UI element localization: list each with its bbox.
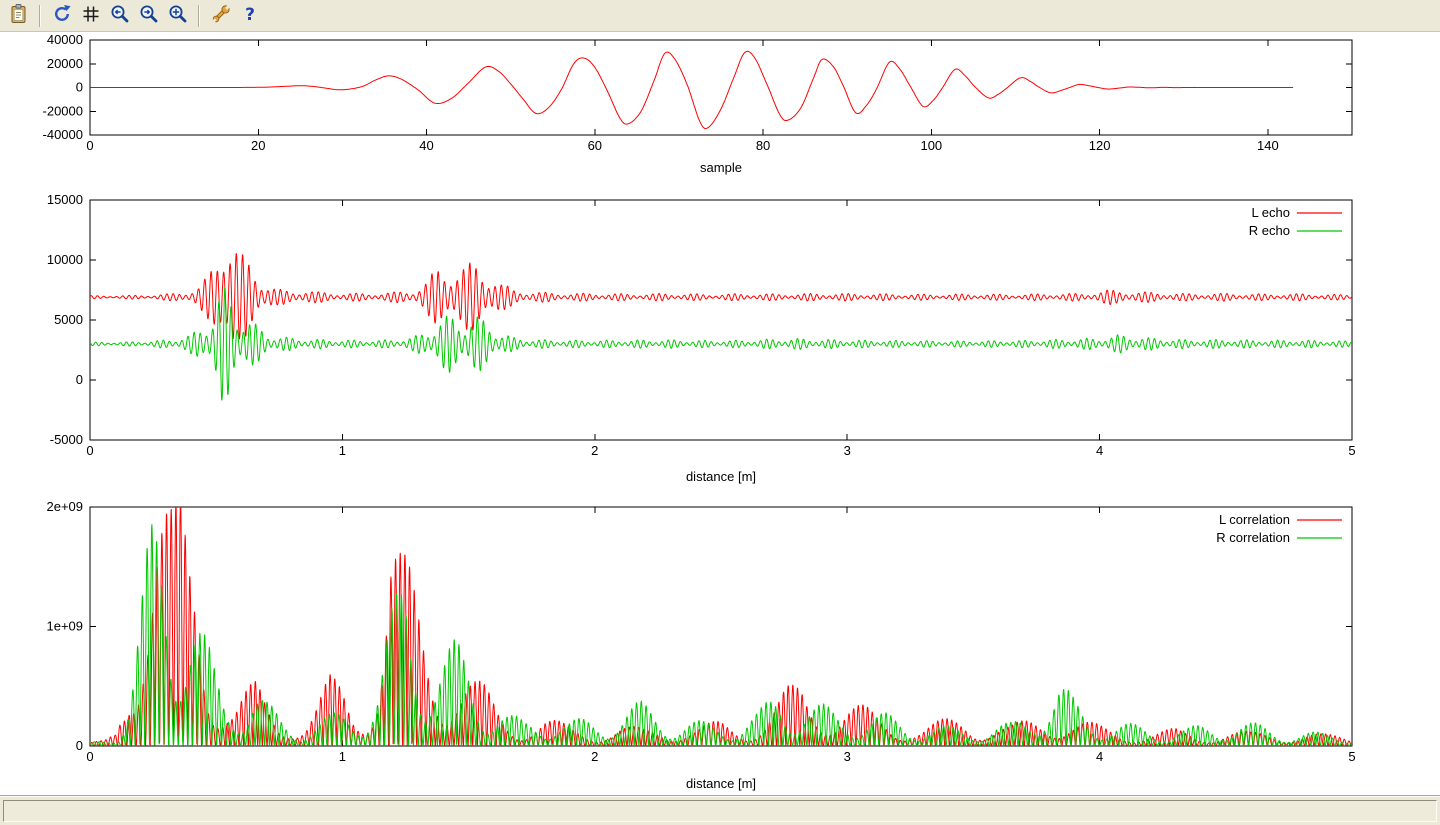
x-tick-label: 4 (1096, 443, 1103, 458)
zoom-next-button[interactable] (135, 2, 162, 29)
statusbar (0, 795, 1440, 825)
x-tick-label: 1 (339, 443, 346, 458)
x-tick-label: 20 (251, 138, 265, 153)
copy-to-clipboard-button[interactable] (5, 2, 32, 29)
y-tick-label: 0 (76, 80, 83, 95)
series-l-correlation-line (90, 500, 1352, 746)
x-tick-label: 5 (1348, 443, 1355, 458)
series-group (90, 254, 1352, 401)
x-tick-label: 140 (1257, 138, 1279, 153)
help-icon: ? (239, 3, 261, 28)
svg-text:?: ? (245, 5, 255, 25)
x-tick-label: 60 (588, 138, 602, 153)
toolbar-separator (198, 5, 200, 27)
y-tick-label: 10000 (47, 252, 83, 267)
y-tick-label: 40000 (47, 32, 83, 47)
status-message (3, 800, 1437, 822)
y-tick-label: 5000 (54, 312, 83, 327)
configure-button[interactable] (207, 2, 234, 29)
replot-icon (51, 3, 73, 28)
x-tick-label: 3 (844, 749, 851, 764)
y-tick-label: 2e+09 (46, 499, 83, 514)
zoom-next-icon (138, 3, 160, 28)
x-axis-label: distance [m] (686, 469, 756, 484)
wrench-icon (210, 3, 232, 28)
chart-2: 0 1 2 3 4 5 0 1e+09 2e+09 distance [m] L correlati… (46, 499, 1355, 791)
x-tick-label: 2 (591, 749, 598, 764)
y-tick-label: 0 (76, 738, 83, 753)
x-tick-label: 0 (86, 138, 93, 153)
x-tick-label: 2 (591, 443, 598, 458)
x-tick-label: 80 (756, 138, 770, 153)
series-l-echo-line (90, 254, 1352, 339)
x-tick-label: 4 (1096, 749, 1103, 764)
zoom-previous-icon (109, 3, 131, 28)
gnuplot-window: ? 020406080100120140-40000-2000002000040… (0, 0, 1440, 825)
y-tick-label: -20000 (43, 103, 83, 118)
series-r-correlation-line (90, 525, 1352, 747)
legend-label: L echo (1251, 205, 1290, 220)
plot-border (90, 200, 1352, 440)
grid-icon (80, 3, 102, 28)
chart-1: 012345-5000050001000015000distance [m]L … (47, 192, 1356, 484)
x-tick-label: 100 (920, 138, 942, 153)
plot-border (90, 507, 1352, 746)
chart-0: 0 20 40 60 80 100 120 140 -40000 -20000 0 20000 4000… (43, 32, 1352, 175)
toggle-grid-button[interactable] (77, 2, 104, 29)
legend-label: R correlation (1216, 530, 1290, 545)
y-tick-label: 1e+09 (46, 619, 83, 634)
x-tick-label: 0 (86, 749, 93, 764)
plot-canvas[interactable]: 020406080100120140-40000-200000200004000… (0, 32, 1440, 795)
y-tick-label: -5000 (50, 432, 83, 447)
series-waveform-line (90, 51, 1293, 128)
toolbar: ? (0, 0, 1440, 32)
y-tick-label: 15000 (47, 192, 83, 207)
x-tick-label: 0 (86, 443, 93, 458)
series-group (90, 51, 1293, 128)
series-r-echo-line (90, 287, 1352, 400)
y-tick-label: 0 (76, 372, 83, 387)
x-tick-label: 40 (419, 138, 433, 153)
x-axis-label: sample (700, 160, 742, 175)
y-tick-label: -40000 (43, 127, 83, 142)
plot-area: 020406080100120140-40000-200000200004000… (0, 32, 1440, 795)
autoscale-icon (167, 3, 189, 28)
clipboard-copy-icon (8, 3, 30, 28)
x-axis-label: distance [m] (686, 776, 756, 791)
x-tick-label: 5 (1348, 749, 1355, 764)
legend-label: R echo (1249, 223, 1290, 238)
zoom-previous-button[interactable] (106, 2, 133, 29)
toolbar-separator (39, 5, 41, 27)
replot-button[interactable] (48, 2, 75, 29)
x-tick-label: 120 (1089, 138, 1111, 153)
x-tick-label: 3 (844, 443, 851, 458)
legend-label: L correlation (1219, 512, 1290, 527)
help-button[interactable]: ? (236, 2, 263, 29)
x-tick-label: 1 (339, 749, 346, 764)
series-group (90, 500, 1352, 746)
autoscale-button[interactable] (164, 2, 191, 29)
y-tick-label: 20000 (47, 56, 83, 71)
